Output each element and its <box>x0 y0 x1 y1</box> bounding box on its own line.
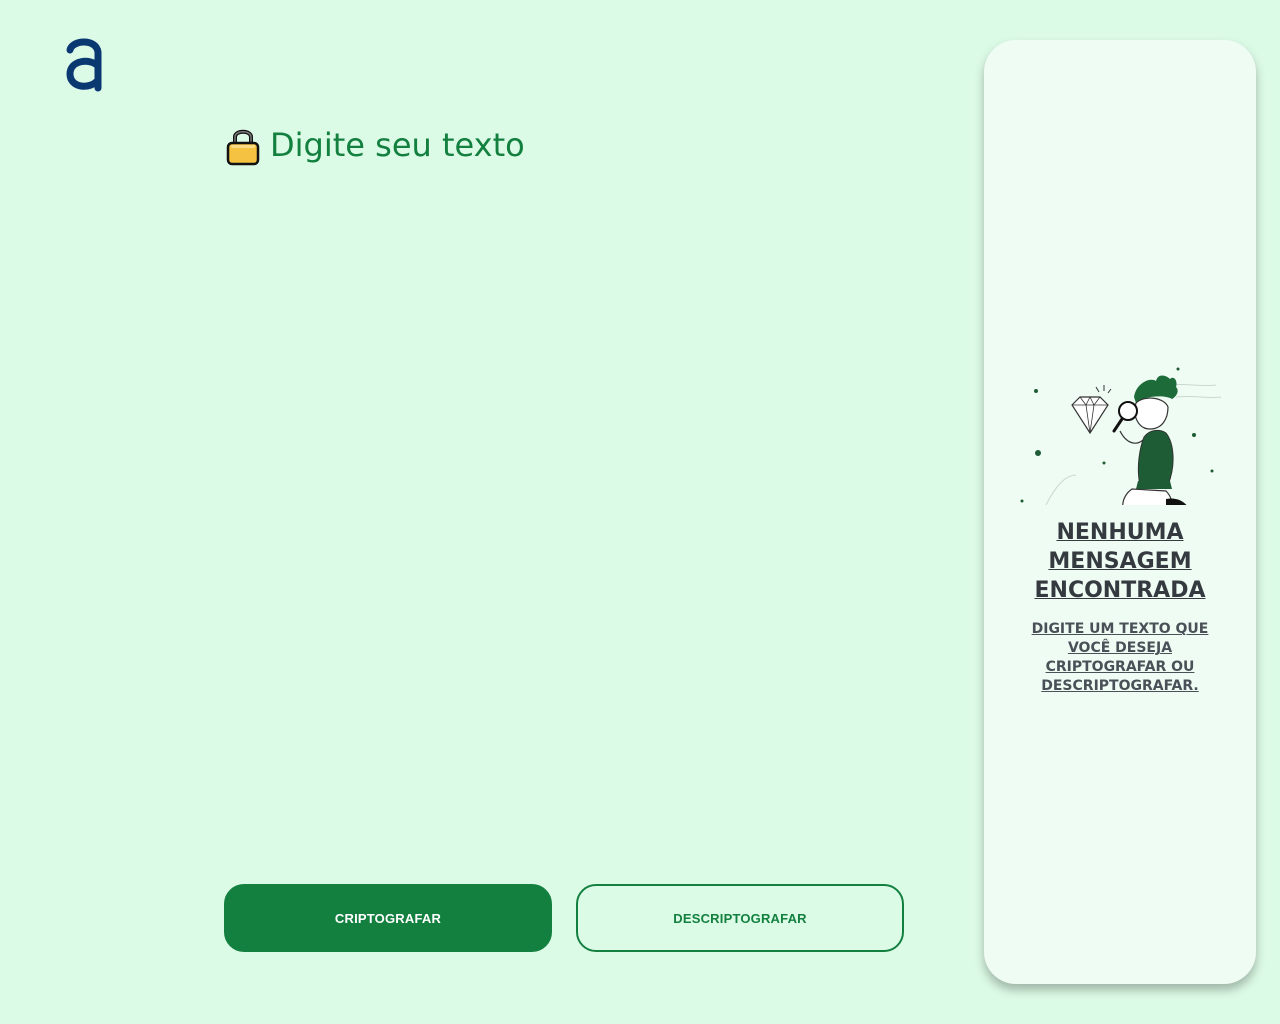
encrypt-button[interactable]: CRIPTOGRAFAR <box>224 884 552 952</box>
output-panel: NENHUMA MENSAGEM ENCONTRADA DIGITE UM TE… <box>984 40 1256 984</box>
message-textarea[interactable] <box>224 118 904 858</box>
empty-state-subtitle: DIGITE UM TEXTO QUE VOCÊ DESEJA CRIPTOGR… <box>1031 621 1209 694</box>
decrypt-button[interactable]: DESCRIPTOGRAFAR <box>576 884 904 952</box>
text-input-area <box>224 118 904 858</box>
empty-state-title: NENHUMA MENSAGEM ENCONTRADA <box>1034 520 1206 603</box>
alura-logo-icon[interactable] <box>62 36 106 92</box>
page: CRIPTOGRAFAR DESCRIPTOGRAFAR <box>0 0 1280 1024</box>
person-with-magnifier-illustration <box>1020 367 1222 505</box>
